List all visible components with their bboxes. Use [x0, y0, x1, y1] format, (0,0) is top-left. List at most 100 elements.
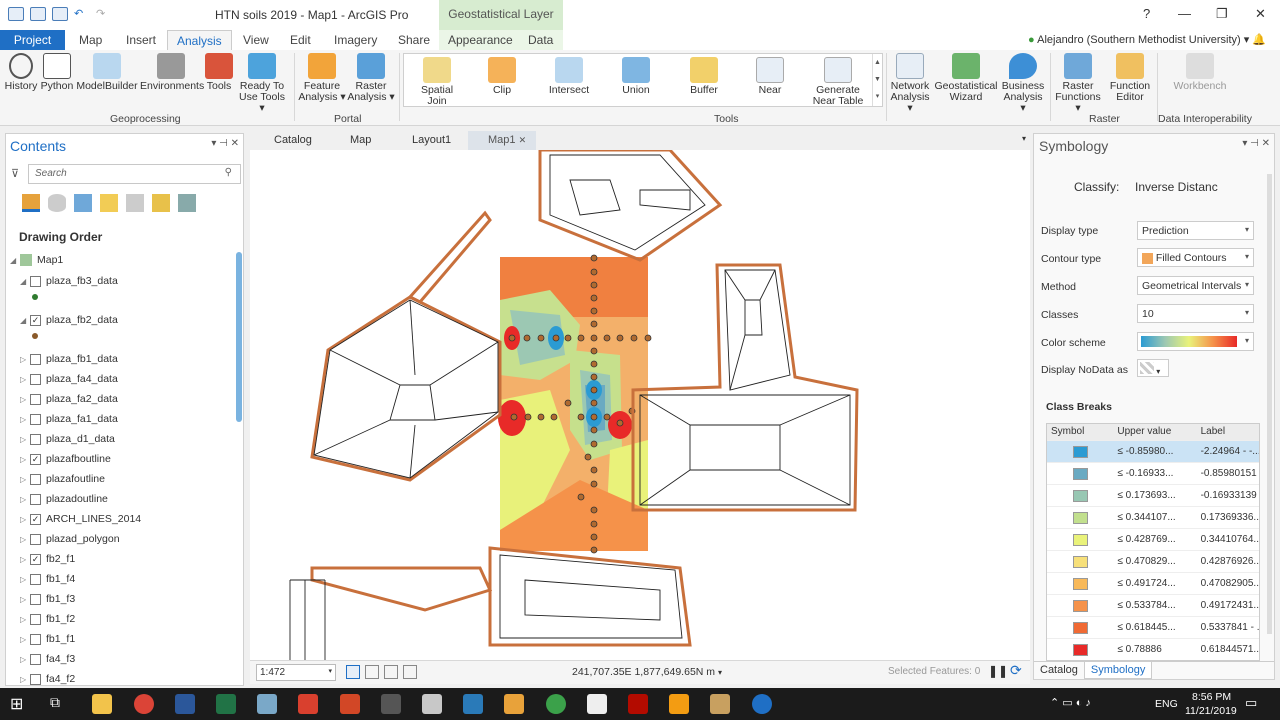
map-node[interactable]: ◢ Map1	[10, 251, 63, 269]
tab-edit[interactable]: Edit	[281, 30, 320, 50]
pane-controls[interactable]: ▾ ⊣ ✕	[1242, 138, 1270, 149]
class-break-row[interactable]: ≤ 0.173693... -0.16933139	[1047, 484, 1259, 506]
user-account[interactable]: ● Alejandro (Southern Methodist Universi…	[1028, 33, 1266, 46]
tools-button[interactable]: Tools	[204, 53, 234, 92]
symbol-cell[interactable]	[1047, 467, 1113, 480]
intersect-button[interactable]: Intersect	[544, 57, 594, 96]
tab-appearance[interactable]: Appearance	[439, 30, 519, 50]
modelbuilder-button[interactable]: ModelBuilder	[76, 53, 138, 92]
expand-icon[interactable]: ▷	[20, 615, 30, 624]
maximize-button[interactable]: ❐	[1216, 6, 1228, 22]
label-cell[interactable]: -2.24964 - -...	[1197, 446, 1259, 457]
upper-value-cell[interactable]: ≤ 0.618445...	[1113, 622, 1196, 633]
layer-item[interactable]: ▷ plaza_d1_data	[20, 430, 115, 448]
pause-button[interactable]: ❚❚	[988, 664, 1008, 678]
class-color-swatch[interactable]	[1073, 533, 1088, 546]
label-cell[interactable]: 0.61844571...	[1197, 644, 1259, 655]
label-cell[interactable]: 0.49172431...	[1197, 600, 1259, 611]
buffer-button[interactable]: Buffer	[682, 57, 726, 96]
acrobat-icon[interactable]	[422, 694, 442, 714]
class-color-swatch[interactable]	[1073, 445, 1088, 458]
symbology-scrollbar[interactable]	[1267, 174, 1272, 634]
class-break-row[interactable]: ≤ 0.428769... 0.34410764...	[1047, 528, 1259, 550]
raster-analysis-button[interactable]: Raster Analysis ▾	[347, 53, 395, 103]
symbol-cell[interactable]	[1047, 511, 1113, 524]
layer-visibility-checkbox[interactable]	[30, 275, 41, 287]
class-color-swatch[interactable]	[1073, 599, 1088, 612]
label-cell[interactable]: -0.16933139	[1197, 490, 1259, 501]
symbol-cell[interactable]	[1047, 621, 1113, 634]
layer-visibility-checkbox[interactable]: ✓	[30, 314, 41, 326]
tab-analysis[interactable]: Analysis	[167, 30, 232, 50]
layer-item[interactable]: ▷ fb1_f3	[20, 590, 75, 608]
union-button[interactable]: Union	[614, 57, 658, 96]
app-icon[interactable]	[298, 694, 318, 714]
collapse-icon[interactable]: ◢	[20, 316, 30, 325]
upper-value-cell[interactable]: ≤ 0.173693...	[1113, 490, 1196, 501]
feature-analysis-button[interactable]: Feature Analysis ▾	[298, 53, 346, 103]
expand-icon[interactable]: ▷	[20, 435, 30, 444]
symbol-cell[interactable]	[1047, 555, 1113, 568]
layer-item[interactable]: ▷ fa4_f3	[20, 650, 75, 668]
layer-visibility-checkbox[interactable]	[30, 633, 41, 645]
layer-item[interactable]: ▷ ✓ ARCH_LINES_2014	[20, 510, 141, 528]
arcgis-pro-icon[interactable]	[752, 694, 772, 714]
expand-icon[interactable]: ▷	[20, 355, 30, 364]
layer-item[interactable]: ▷ plazad_polygon	[20, 530, 120, 548]
function-editor-button[interactable]: Function Editor	[1106, 53, 1154, 103]
class-color-swatch[interactable]	[1073, 577, 1088, 590]
tray-icons[interactable]: ⌃ ▭ ◐ ♪	[1050, 696, 1091, 709]
layer-item[interactable]: ▷ fa4_f2	[20, 670, 75, 688]
environments-button[interactable]: Environments	[140, 53, 204, 92]
tab-insert[interactable]: Insert	[117, 30, 165, 50]
symbol-cell[interactable]	[1047, 643, 1113, 656]
clock-time[interactable]: 8:56 PM	[1192, 691, 1231, 703]
upper-value-cell[interactable]: ≤ -0.85980...	[1113, 446, 1196, 457]
label-cell[interactable]: 0.17369336...	[1197, 512, 1259, 523]
expand-icon[interactable]: ▷	[20, 395, 30, 404]
vlc-icon[interactable]	[669, 694, 689, 714]
near-button[interactable]: Near	[748, 57, 792, 96]
app-icon[interactable]	[504, 694, 524, 714]
layer-visibility-checkbox[interactable]	[30, 393, 41, 405]
layer-visibility-checkbox[interactable]	[30, 373, 41, 385]
expand-icon[interactable]: ▷	[20, 375, 30, 384]
app-icon[interactable]	[463, 694, 483, 714]
language-indicator[interactable]: ENG	[1155, 698, 1178, 710]
class-break-row[interactable]: ≤ 0.533784... 0.49172431...	[1047, 594, 1259, 616]
notification-icon[interactable]: 🔔	[1252, 34, 1266, 46]
tab-share[interactable]: Share	[389, 30, 439, 50]
tabs-dropdown-icon[interactable]: ▾	[1022, 134, 1026, 143]
upper-value-cell[interactable]: ≤ 0.533784...	[1113, 600, 1196, 611]
class-break-row[interactable]: ≤ 0.491724... 0.47082905...	[1047, 572, 1259, 594]
layer-item[interactable]: ▷ plaza_fb1_data	[20, 350, 118, 368]
layer-visibility-checkbox[interactable]: ✓	[30, 553, 41, 565]
class-color-swatch[interactable]	[1073, 555, 1088, 568]
tab-catalog-pane[interactable]: Catalog	[1034, 662, 1084, 679]
collapse-icon[interactable]: ◢	[20, 277, 30, 286]
upper-value-cell[interactable]: ≤ 0.344107...	[1113, 512, 1196, 523]
nodata-color-picker[interactable]: ▾	[1137, 359, 1169, 377]
layer-item[interactable]: ▷ plazadoutline	[20, 490, 108, 508]
close-button[interactable]: ✕	[1255, 6, 1266, 22]
tab-imagery[interactable]: Imagery	[325, 30, 386, 50]
class-color-swatch[interactable]	[1073, 467, 1088, 480]
layer-item[interactable]: ▷ plaza_fa2_data	[20, 390, 118, 408]
python-button[interactable]: Python	[40, 53, 74, 92]
layer-item[interactable]: ▷ plazafoutline	[20, 470, 105, 488]
tab-layout1[interactable]: Layout1	[392, 131, 451, 150]
redo-icon[interactable]: ↷	[96, 7, 112, 21]
class-break-row[interactable]: ≤ 0.470829... 0.42876926...	[1047, 550, 1259, 572]
contour-type-select[interactable]: Filled Contours ▾	[1137, 248, 1254, 267]
refresh-icon[interactable]: ⟳	[1010, 662, 1022, 679]
navigator-icon[interactable]	[346, 665, 360, 679]
symbol-cell[interactable]	[1047, 533, 1113, 546]
network-analysis-button[interactable]: Network Analysis ▾	[888, 53, 932, 114]
layer-item[interactable]: ▷ fb1_f4	[20, 570, 75, 588]
list-by-labeling-icon[interactable]	[152, 194, 170, 212]
undo-icon[interactable]: ↶	[74, 7, 90, 21]
upper-value-cell[interactable]: ≤ -0.16933...	[1113, 468, 1196, 479]
upper-value-cell[interactable]: ≤ 0.78886	[1113, 644, 1196, 655]
class-color-swatch[interactable]	[1073, 489, 1088, 502]
business-analysis-button[interactable]: Business Analysis ▾	[1000, 53, 1046, 114]
